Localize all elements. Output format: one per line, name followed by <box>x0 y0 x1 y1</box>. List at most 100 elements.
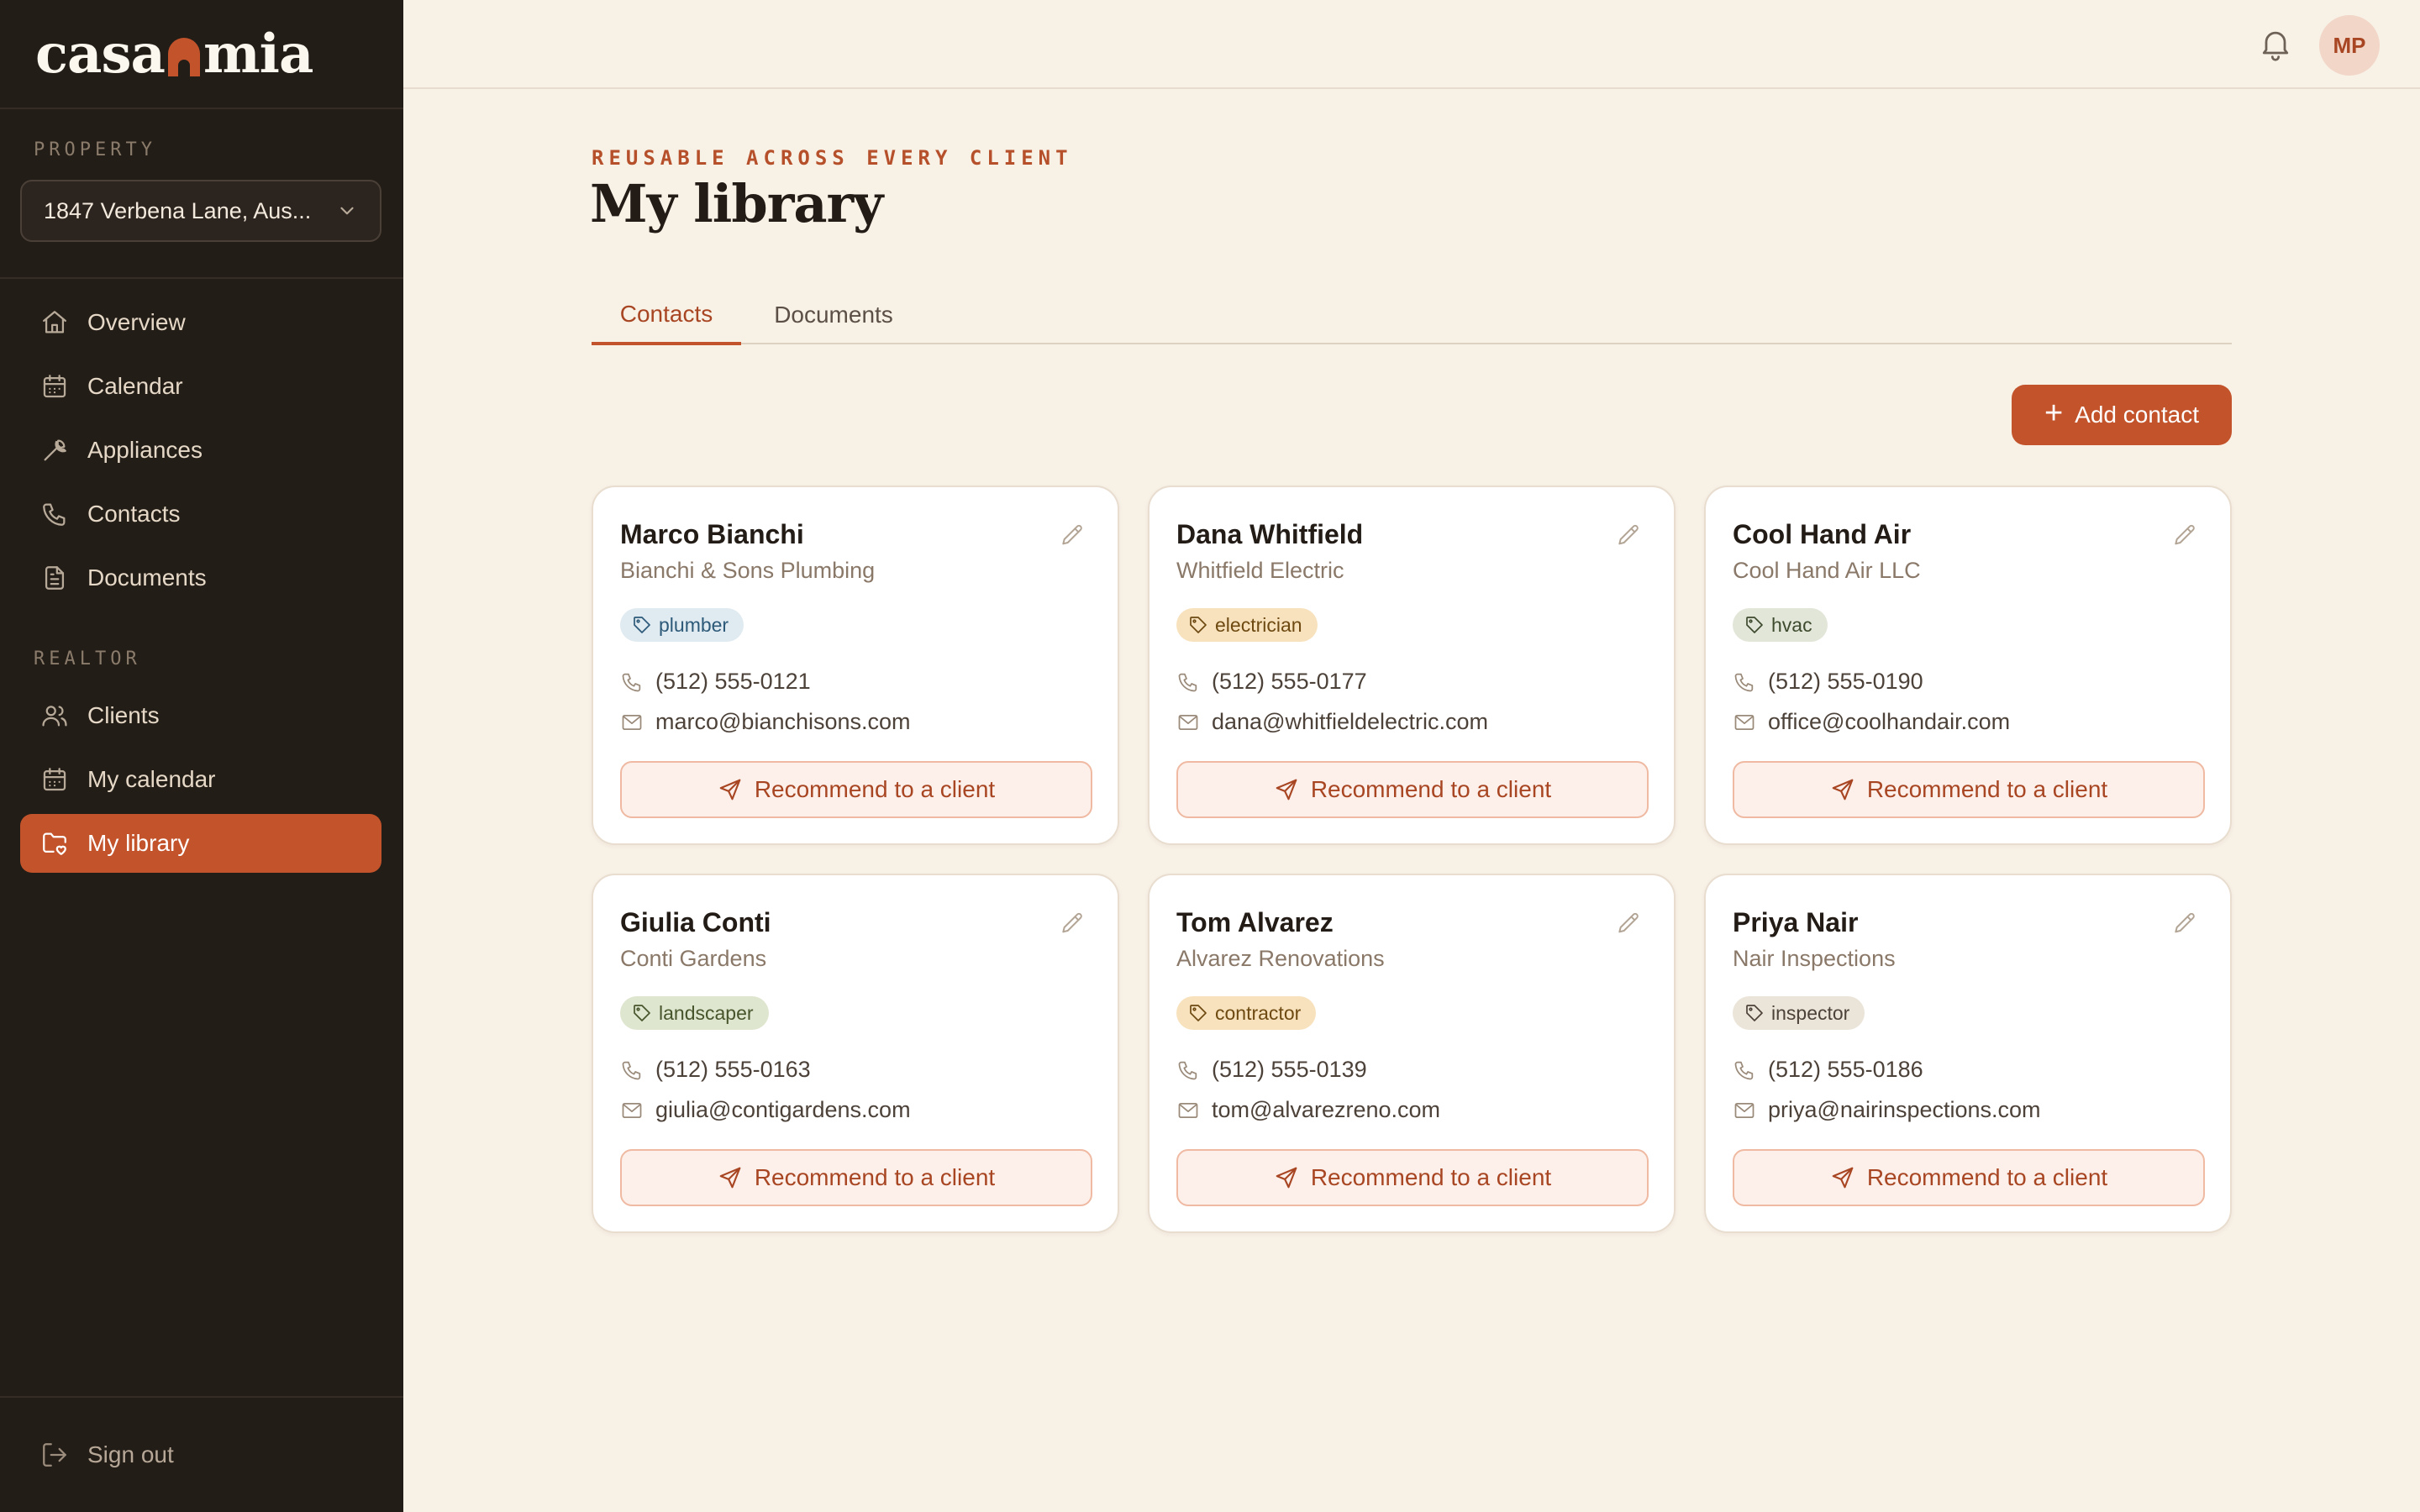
contact-email[interactable]: office@coolhandair.com <box>1733 709 2010 735</box>
mail-icon <box>1734 1102 1754 1118</box>
sidebar-item-my-calendar[interactable]: My calendar <box>20 750 381 809</box>
contact-phone-text: (512) 555-0121 <box>655 669 811 694</box>
property-select-value: 1847 Verbena Lane, Aus... <box>44 197 312 223</box>
pencil-icon[interactable] <box>1615 911 1642 937</box>
contact-email[interactable]: giulia@contigardens.com <box>620 1097 911 1123</box>
contact-phone[interactable]: (512) 555-0121 <box>620 669 811 695</box>
contact-tag: hvac <box>1733 608 1828 642</box>
contact-company: Alvarez Renovations <box>1176 946 1385 971</box>
brand-name-left: casa <box>35 22 166 86</box>
contact-card: Priya Nair Nair Inspections inspector (5… <box>1704 874 2232 1233</box>
pencil-icon[interactable] <box>1615 522 1642 549</box>
pencil-icon[interactable] <box>2171 522 2198 549</box>
avatar[interactable]: MP <box>2319 15 2380 76</box>
add-contact-label: Add contact <box>2075 402 2200 428</box>
tab-documents[interactable]: Documents <box>741 286 926 344</box>
recommend-to-client-button[interactable]: Recommend to a client <box>1733 1149 2205 1206</box>
contact-phone-text: (512) 555-0139 <box>1212 1057 1367 1082</box>
tab-contacts[interactable]: Contacts <box>592 286 741 345</box>
sidebar-item-documents[interactable]: Documents <box>20 549 381 607</box>
sidebar-item-label: Calendar <box>87 373 183 399</box>
sidebar-divider <box>0 277 403 279</box>
recommend-to-client-button[interactable]: Recommend to a client <box>620 761 1092 818</box>
contact-phone-text: (512) 555-0163 <box>655 1057 811 1082</box>
sign-out-button[interactable]: Sign out <box>20 1425 381 1484</box>
contact-tag-label: hvac <box>1771 613 1812 636</box>
arch-icon <box>167 38 200 76</box>
mail-icon <box>1178 1102 1198 1118</box>
contact-email[interactable]: tom@alvarezreno.com <box>1176 1097 1440 1123</box>
contact-email[interactable]: marco@bianchisons.com <box>620 709 911 735</box>
recommend-label: Recommend to a client <box>1310 1164 1552 1190</box>
contact-phone-text: (512) 555-0186 <box>1768 1057 1923 1082</box>
send-icon <box>1832 1167 1854 1189</box>
sidebar-item-clients[interactable]: Clients <box>20 686 381 745</box>
contact-name: Cool Hand Air <box>1733 519 1912 549</box>
sidebar-item-contacts[interactable]: Contacts <box>20 485 381 543</box>
pencil-icon[interactable] <box>2171 911 2198 937</box>
phone-icon <box>1734 1061 1754 1079</box>
contact-name: Tom Alvarez <box>1176 907 1334 937</box>
bell-icon[interactable] <box>2257 25 2294 62</box>
contact-name: Marco Bianchi <box>620 519 804 549</box>
contact-tag: inspector <box>1733 996 1865 1030</box>
contact-company: Cool Hand Air LLC <box>1733 558 1921 583</box>
brand-logo[interactable]: casa mia <box>0 0 403 109</box>
recommend-to-client-button[interactable]: Recommend to a client <box>1176 1149 1649 1206</box>
contact-tag-label: electrician <box>1215 613 1302 636</box>
pencil-icon[interactable] <box>1059 522 1086 549</box>
contact-phone[interactable]: (512) 555-0186 <box>1733 1057 1923 1083</box>
sidebar-item-overview[interactable]: Overview <box>20 293 381 352</box>
page-title: My library <box>590 173 883 234</box>
contact-company: Conti Gardens <box>620 946 767 971</box>
pencil-icon[interactable] <box>1059 911 1086 937</box>
sidebar-item-label: Appliances <box>87 437 203 463</box>
chevron-down-icon <box>340 207 354 215</box>
recommend-to-client-button[interactable]: Recommend to a client <box>1733 761 2205 818</box>
contact-name: Priya Nair <box>1733 907 1859 937</box>
sidebar-item-my-library[interactable]: My library <box>20 814 381 873</box>
contact-email-text: giulia@contigardens.com <box>655 1097 911 1122</box>
sidebar-item-appliances[interactable]: Appliances <box>20 421 381 480</box>
recommend-label: Recommend to a client <box>754 1164 996 1190</box>
contact-card: Giulia Conti Conti Gardens landscaper (5… <box>592 874 1119 1233</box>
contact-card: Tom Alvarez Alvarez Renovations contract… <box>1148 874 1676 1233</box>
add-contact-button[interactable]: + Add contact <box>2012 385 2232 445</box>
contact-company: Nair Inspections <box>1733 946 1896 971</box>
sidebar-item-calendar[interactable]: Calendar <box>20 357 381 416</box>
contact-phone[interactable]: (512) 555-0163 <box>620 1057 811 1083</box>
tag-icon <box>634 1005 650 1021</box>
home-icon <box>40 308 69 337</box>
topbar <box>403 0 2420 89</box>
tag-icon <box>634 617 650 633</box>
mail-icon <box>622 714 642 730</box>
recommend-label: Recommend to a client <box>1866 1164 2108 1190</box>
calendar-icon <box>40 372 69 401</box>
property-select[interactable]: 1847 Verbena Lane, Aus... <box>20 180 381 242</box>
brand-name-right: mia <box>203 22 313 86</box>
send-icon <box>719 1167 741 1189</box>
send-icon <box>1276 779 1297 801</box>
contact-tag-label: landscaper <box>659 1001 754 1024</box>
sidebar-item-label: Documents <box>87 564 207 591</box>
phone-icon <box>622 1061 641 1079</box>
tag-icon <box>1746 617 1763 633</box>
contact-name: Giulia Conti <box>620 907 771 937</box>
contact-email[interactable]: priya@nairinspections.com <box>1733 1097 2041 1123</box>
realtor-section-label: REALTOR <box>34 648 141 669</box>
contact-phone[interactable]: (512) 555-0139 <box>1176 1057 1367 1083</box>
contact-email-text: dana@whitfieldelectric.com <box>1212 709 1489 734</box>
sidebar-item-label: Contacts <box>87 501 181 527</box>
contact-tag-label: plumber <box>659 613 729 636</box>
recommend-label: Recommend to a client <box>1866 776 2108 802</box>
tag-icon <box>1190 617 1207 633</box>
sidebar-item-label: My calendar <box>87 766 216 792</box>
contact-card: Marco Bianchi Bianchi & Sons Plumbing pl… <box>592 486 1119 845</box>
recommend-to-client-button[interactable]: Recommend to a client <box>620 1149 1092 1206</box>
recommend-to-client-button[interactable]: Recommend to a client <box>1176 761 1649 818</box>
property-section-label: PROPERTY <box>34 139 156 160</box>
contact-phone[interactable]: (512) 555-0190 <box>1733 669 1923 695</box>
contact-email[interactable]: dana@whitfieldelectric.com <box>1176 709 1488 735</box>
sign-out-label: Sign out <box>87 1441 174 1467</box>
contact-phone[interactable]: (512) 555-0177 <box>1176 669 1367 695</box>
